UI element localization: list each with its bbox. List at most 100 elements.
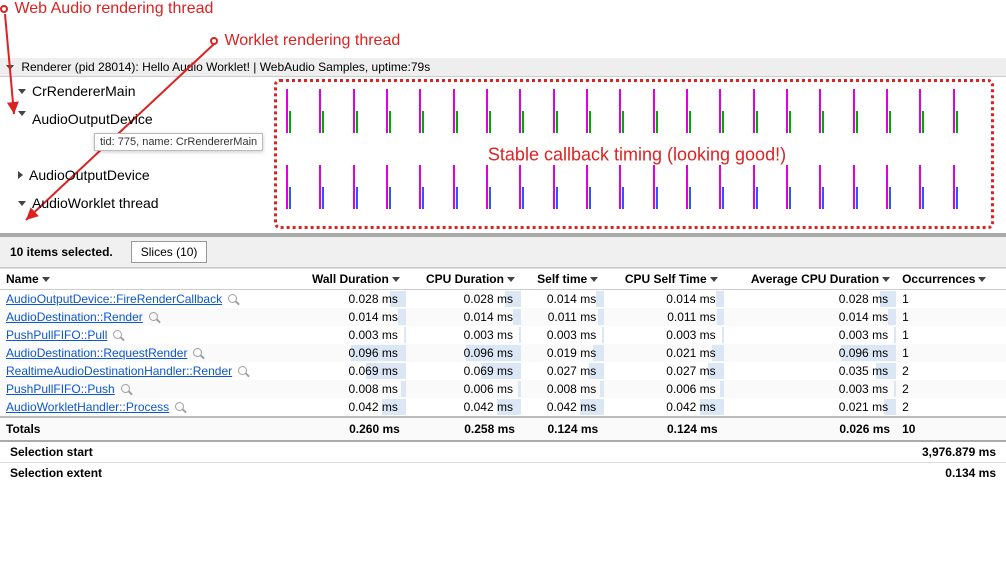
selection-start-value: 3,976.879 ms (922, 445, 996, 459)
table-cell: 2 (896, 362, 1006, 380)
table-row[interactable]: AudioOutputDevice::FireRenderCallback 0.0… (0, 290, 1006, 309)
table-cell-name: AudioOutputDevice::FireRenderCallback (0, 290, 292, 309)
timeline-area[interactable]: Stable callback timing (looking good!) (268, 77, 1006, 233)
magnify-icon[interactable] (121, 384, 133, 396)
table-row-totals: Totals0.260 ms0.258 ms0.124 ms0.124 ms0.… (0, 417, 1006, 440)
table-cell: 0.014 ms (292, 308, 406, 326)
slice-link[interactable]: AudioDestination::Render (6, 310, 143, 324)
sort-icon (392, 277, 400, 282)
table-cell: 1 (896, 308, 1006, 326)
table-cell: 0.003 ms (724, 326, 896, 344)
thread-row-audiooutputdevice-2[interactable]: AudioOutputDevice (0, 161, 268, 189)
table-cell: 0.003 ms (406, 326, 521, 344)
table-cell: 0.006 ms (406, 380, 521, 398)
table-cell-name: AudioWorkletHandler::Process (0, 398, 292, 417)
selection-extent-label: Selection extent (10, 466, 102, 480)
table-cell: 0.042 ms (604, 398, 723, 417)
annotation-label: Web Audio rendering thread (14, 0, 213, 17)
selection-extent-value: 0.134 ms (945, 466, 996, 480)
table-cell: 0.026 ms (724, 417, 896, 440)
col-occ[interactable]: Occurrences (896, 269, 1006, 290)
col-name[interactable]: Name (0, 269, 292, 290)
sort-icon (42, 277, 50, 282)
table-cell: 0.014 ms (406, 308, 521, 326)
table-cell: 0.042 ms (292, 398, 406, 417)
annotation-marker-icon (0, 5, 8, 13)
table-cell: 0.028 ms (292, 290, 406, 309)
process-header[interactable]: Renderer (pid 28014): Hello Audio Workle… (0, 58, 1006, 77)
slice-link[interactable]: AudioWorkletHandler::Process (6, 400, 169, 414)
table-cell: 1 (896, 290, 1006, 309)
slice-link[interactable]: AudioDestination::RequestRender (6, 346, 187, 360)
table-row[interactable]: PushPullFIFO::Pull0.003 ms0.003 ms0.003 … (0, 326, 1006, 344)
col-self[interactable]: Self time (521, 269, 604, 290)
magnify-icon[interactable] (228, 294, 240, 306)
col-cpu[interactable]: CPU Duration (406, 269, 521, 290)
selection-footer: Selection start 3,976.879 ms Selection e… (0, 440, 1006, 483)
table-row[interactable]: PushPullFIFO::Push0.008 ms0.006 ms0.008 … (0, 380, 1006, 398)
slice-link[interactable]: PushPullFIFO::Push (6, 382, 115, 396)
table-cell: 0.028 ms (406, 290, 521, 309)
caret-down-icon (18, 201, 26, 206)
table-cell: 0.027 ms (604, 362, 723, 380)
table-row[interactable]: AudioWorkletHandler::Process0.042 ms0.04… (0, 398, 1006, 417)
sort-icon (507, 277, 515, 282)
tracks-container: CrRendererMain AudioOutputDevice AudioOu… (0, 77, 1006, 235)
annotation-web-audio-thread: Web Audio rendering thread (0, 0, 213, 18)
table-cell: 2 (896, 398, 1006, 417)
table-cell: 0.014 ms (724, 308, 896, 326)
thread-label: AudioWorklet thread (32, 195, 159, 211)
magnify-icon[interactable] (149, 312, 161, 324)
thread-row-crrenderermain[interactable]: CrRendererMain (0, 77, 268, 105)
magnify-icon[interactable] (113, 330, 125, 342)
timeline-strip-audiooutput (278, 85, 996, 137)
table-cell: 0.003 ms (292, 326, 406, 344)
slice-link[interactable]: RealtimeAudioDestinationHandler::Render (6, 364, 232, 378)
col-avgcpu[interactable]: Average CPU Duration (724, 269, 896, 290)
timeline-strip-audioworklet (278, 161, 996, 213)
table-cell: 0.003 ms (521, 326, 604, 344)
table-cell: 0.124 ms (604, 417, 723, 440)
table-cell: 0.014 ms (521, 290, 604, 309)
table-row[interactable]: RealtimeAudioDestinationHandler::Render 0… (0, 362, 1006, 380)
table-cell-name: PushPullFIFO::Push (0, 380, 292, 398)
col-cpuself[interactable]: CPU Self Time (604, 269, 723, 290)
table-cell: 1 (896, 344, 1006, 362)
magnify-icon[interactable] (193, 348, 205, 360)
selection-start-row: Selection start 3,976.879 ms (0, 442, 1006, 462)
table-cell: 0.021 ms (724, 398, 896, 417)
table-cell: 0.008 ms (521, 380, 604, 398)
table-cell: 0.014 ms (604, 290, 723, 309)
magnify-icon[interactable] (238, 366, 250, 378)
slices-table: Name Wall Duration CPU Duration Self tim… (0, 268, 1006, 440)
table-cell: 0.042 ms (406, 398, 521, 417)
table-cell: 2 (896, 380, 1006, 398)
slice-link[interactable]: PushPullFIFO::Pull (6, 328, 107, 342)
table-cell: 0.124 ms (521, 417, 604, 440)
thread-row-audioworklet[interactable]: AudioWorklet thread (0, 189, 268, 217)
table-cell: 0.042 ms (521, 398, 604, 417)
magnify-icon[interactable] (175, 402, 187, 414)
table-cell: 0.035 ms (724, 362, 896, 380)
selection-bar: 10 items selected. Slices (10) (0, 235, 1006, 268)
table-cell: 0.096 ms (724, 344, 896, 362)
slice-link[interactable]: AudioOutputDevice::FireRenderCallback (6, 292, 222, 306)
col-wall[interactable]: Wall Duration (292, 269, 406, 290)
table-cell: 0.027 ms (521, 362, 604, 380)
annotation-label: Worklet rendering thread (224, 32, 400, 49)
thread-tooltip: tid: 775, name: CrRendererMain (94, 133, 263, 151)
thread-label: AudioOutputDevice (32, 111, 153, 127)
table-row[interactable]: AudioDestination::RequestRender0.096 ms0… (0, 344, 1006, 362)
table-cell: 0.028 ms (724, 290, 896, 309)
thread-label: AudioOutputDevice (29, 167, 150, 183)
annotation-worklet-thread: Worklet rendering thread (210, 32, 400, 50)
slices-button[interactable]: Slices (10) (131, 241, 208, 263)
table-cell: 0.003 ms (604, 326, 723, 344)
table-row[interactable]: AudioDestination::Render0.014 ms0.014 ms… (0, 308, 1006, 326)
caret-down-icon (18, 89, 26, 94)
sort-icon (590, 277, 598, 282)
table-cell: 0.260 ms (292, 417, 406, 440)
annotation-marker-icon (210, 37, 218, 45)
table-cell-name: AudioDestination::RequestRender (0, 344, 292, 362)
thread-label: CrRendererMain (32, 83, 135, 99)
